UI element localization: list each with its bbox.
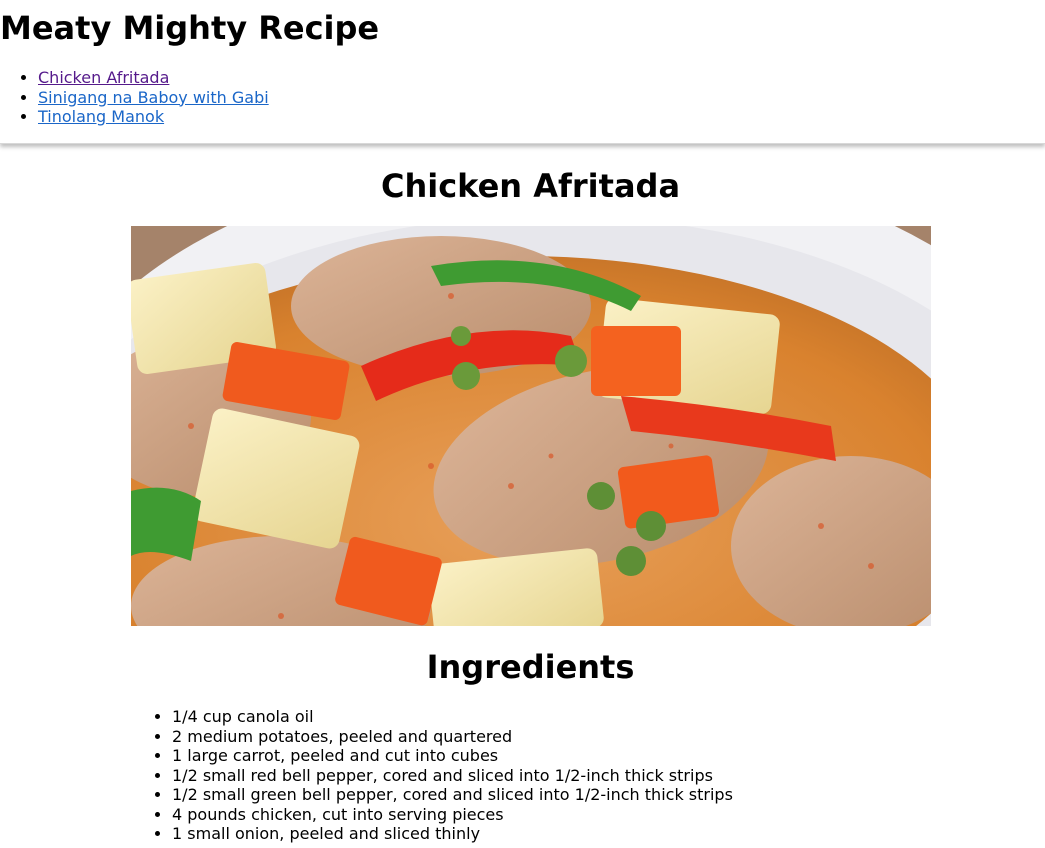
nav-item: Chicken Afritada — [38, 68, 1045, 88]
ingredient-item: 1/2 small red bell pepper, cored and sli… — [172, 766, 733, 786]
recipe-title: Chicken Afritada — [380, 167, 681, 205]
nav-link-chicken-afritada[interactable]: Chicken Afritada — [38, 68, 169, 87]
ingredient-item: 1/4 cup canola oil — [172, 707, 733, 727]
ingredient-item: 1 large carrot, peeled and cut into cube… — [172, 746, 733, 766]
ingredient-item: 4 pounds chicken, cut into serving piece… — [172, 805, 733, 825]
ingredients-list: 1/4 cup canola oil 2 medium potatoes, pe… — [131, 707, 733, 844]
recipe-nav: Chicken Afritada Sinigang na Baboy with … — [0, 68, 1045, 127]
ingredients-heading: Ingredients — [426, 648, 635, 686]
nav-link-sinigang-na-baboy[interactable]: Sinigang na Baboy with Gabi — [38, 88, 269, 107]
nav-link-tinolang-manok[interactable]: Tinolang Manok — [38, 107, 164, 126]
site-header: Meaty Mighty Recipe Chicken Afritada Sin… — [0, 0, 1045, 144]
site-title: Meaty Mighty Recipe — [0, 9, 380, 47]
nav-item: Tinolang Manok — [38, 107, 1045, 127]
recipe-image-illustration — [131, 226, 931, 626]
ingredient-item: 2 medium potatoes, peeled and quartered — [172, 727, 733, 747]
nav-item: Sinigang na Baboy with Gabi — [38, 88, 1045, 108]
ingredient-item: 1 small onion, peeled and sliced thinly — [172, 824, 733, 844]
ingredient-item: 1/2 small green bell pepper, cored and s… — [172, 785, 733, 805]
recipe-image — [131, 226, 931, 626]
